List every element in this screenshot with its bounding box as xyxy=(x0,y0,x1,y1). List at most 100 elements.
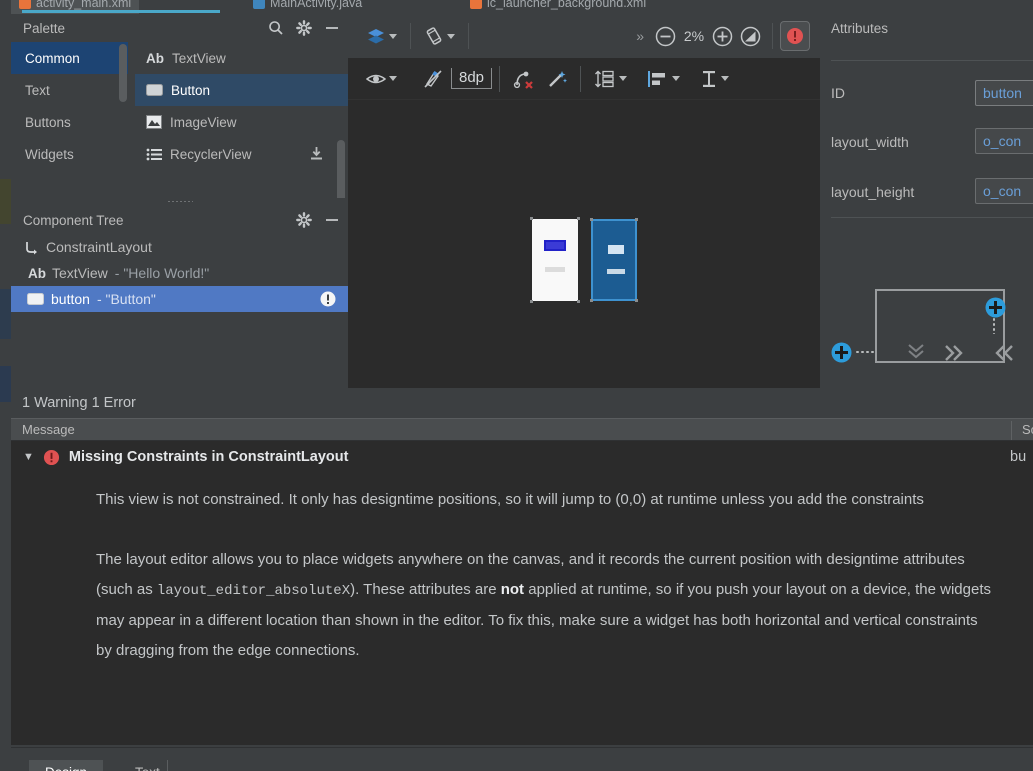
minimize-icon[interactable] xyxy=(324,212,340,228)
palette-category-label: Buttons xyxy=(25,114,71,130)
tab-design[interactable]: Design xyxy=(29,760,104,771)
bottom-tab-strip: Design Text xyxy=(11,747,1033,771)
error-badge-button[interactable] xyxy=(780,21,810,51)
problems-body: ▼ Missing Constraints in ConstraintLayou… xyxy=(11,441,1033,745)
align-button[interactable] xyxy=(641,64,686,94)
editor-tab-ic-launcher-background-xml[interactable]: ic_launcher_background.xml xyxy=(462,0,654,14)
preview-textview-widget[interactable] xyxy=(545,267,565,272)
constraint-widget xyxy=(820,224,1033,388)
rotate-device-icon xyxy=(426,27,442,45)
preview-textview-widget[interactable] xyxy=(607,269,625,274)
chevron-down-icon xyxy=(389,33,397,39)
palette-category-common[interactable]: Common xyxy=(11,42,128,74)
palette-item-scrollbar[interactable] xyxy=(337,140,345,204)
resize-handle[interactable] xyxy=(635,218,638,221)
vertical-bias-chevron-down-icon[interactable] xyxy=(905,342,927,362)
textview-icon: Ab xyxy=(146,50,164,66)
blueprint-preview-device[interactable] xyxy=(590,218,638,302)
baseline-margin-button[interactable] xyxy=(694,64,735,94)
problem-row-missing-constraints[interactable]: ▼ Missing Constraints in ConstraintLayou… xyxy=(11,441,1033,473)
palette-category-widgets[interactable]: Widgets xyxy=(11,138,128,170)
resize-handle[interactable] xyxy=(590,299,593,302)
orientation-button[interactable] xyxy=(418,21,461,51)
chevron-right-icon[interactable] xyxy=(942,342,966,364)
resize-handle[interactable] xyxy=(635,299,638,302)
resize-handle[interactable] xyxy=(590,218,593,221)
baseline-margin-icon xyxy=(703,70,716,87)
column-divider[interactable] xyxy=(1011,421,1012,440)
triangle-down-icon[interactable]: ▼ xyxy=(23,451,34,463)
palette-item-button[interactable]: Button xyxy=(135,74,348,106)
problem-description: This view is not constrained. It only ha… xyxy=(96,485,996,696)
design-surface: » 2% 8dp xyxy=(348,14,820,388)
resize-handle[interactable] xyxy=(577,300,580,303)
palette-item-label: RecyclerView xyxy=(170,146,252,162)
tree-row-name: ConstraintLayout xyxy=(46,239,152,255)
editor-tab-mainactivity-java[interactable]: MainActivity.java xyxy=(245,0,370,14)
column-header-message[interactable]: Message xyxy=(11,422,75,437)
attribute-value-text: o_con xyxy=(983,183,1022,199)
column-header-source[interactable]: Sc xyxy=(1022,422,1033,437)
problem-title: Missing Constraints in ConstraintLayout xyxy=(68,449,349,465)
resize-handle[interactable] xyxy=(530,217,533,220)
design-mode-button[interactable] xyxy=(360,21,403,51)
add-constraint-icon-left[interactable] xyxy=(831,342,852,363)
tree-row-value: - "Hello World!" xyxy=(114,265,210,281)
palette-category-scrollbar[interactable] xyxy=(119,44,127,102)
error-badge-icon xyxy=(787,28,803,44)
gear-icon[interactable] xyxy=(296,20,312,36)
palette-tree-splitter[interactable] xyxy=(11,198,348,205)
android-xml-icon xyxy=(19,0,31,9)
attribute-value-layout-height[interactable]: o_con xyxy=(975,178,1033,204)
attributes-divider xyxy=(831,60,1033,61)
design-canvas[interactable] xyxy=(348,101,820,388)
toolbar-overflow-button[interactable]: » xyxy=(636,28,644,44)
gear-icon[interactable] xyxy=(296,212,312,228)
guidelines-icon xyxy=(595,70,614,87)
palette-header: Palette xyxy=(11,14,348,42)
para2-part-b: ). These attributes are xyxy=(350,581,501,598)
problems-column-header: Message Sc xyxy=(11,418,1033,441)
minimize-icon[interactable] xyxy=(324,20,340,36)
clear-constraints-button[interactable] xyxy=(417,64,449,94)
tree-row-value: - "Button" xyxy=(96,291,156,307)
search-icon[interactable] xyxy=(268,20,284,36)
palette-item-recyclerview[interactable]: RecyclerView xyxy=(135,138,348,204)
attribute-value-id[interactable]: button xyxy=(975,80,1033,106)
palette-body: Common Text Buttons Widgets Ab TextView xyxy=(11,42,348,204)
zoom-in-icon[interactable] xyxy=(712,26,733,47)
warning-icon[interactable] xyxy=(320,291,336,307)
visibility-button[interactable] xyxy=(360,64,403,94)
preview-button-widget[interactable] xyxy=(544,240,566,251)
zoom-to-fit-icon[interactable] xyxy=(740,26,761,47)
tree-row-button[interactable]: button - "Button" xyxy=(11,286,348,312)
attribute-row-id: ID xyxy=(831,82,949,104)
add-constraint-icon-top[interactable] xyxy=(985,297,1006,318)
palette-category-buttons[interactable]: Buttons xyxy=(11,106,128,138)
strip-highlight-b xyxy=(0,289,11,339)
problem-paragraph-2: The layout editor allows you to place wi… xyxy=(96,545,996,666)
palette-category-text[interactable]: Text xyxy=(11,74,128,106)
chevron-left-icon[interactable] xyxy=(992,342,1016,364)
chevron-down-icon xyxy=(721,76,730,81)
problems-panel: 1 Warning 1 Error Message Sc ▼ Missing C… xyxy=(11,388,1033,745)
tree-row-constraintlayout[interactable]: ConstraintLayout xyxy=(11,234,348,260)
palette-item-label: ImageView xyxy=(170,114,237,130)
resize-handle[interactable] xyxy=(577,217,580,220)
zoom-out-icon[interactable] xyxy=(655,26,676,47)
tab-label: Design xyxy=(45,765,87,771)
attribute-value-layout-width[interactable]: o_con xyxy=(975,128,1033,154)
palette-item-textview[interactable]: Ab TextView xyxy=(135,42,348,74)
palette-item-imageview[interactable]: ImageView xyxy=(135,106,348,138)
tree-row-textview[interactable]: Ab TextView - "Hello World!" xyxy=(11,260,348,286)
design-preview-device[interactable] xyxy=(530,217,580,303)
guidelines-button[interactable] xyxy=(588,64,633,94)
default-margin-field[interactable]: 8dp xyxy=(451,68,493,89)
infer-constraints-button[interactable] xyxy=(541,64,573,94)
zoom-level-label: 2% xyxy=(683,28,705,44)
download-icon[interactable] xyxy=(309,146,324,161)
resize-handle[interactable] xyxy=(530,300,533,303)
autoconnect-off-button[interactable] xyxy=(507,64,541,94)
attribute-value-text: button xyxy=(983,85,1022,101)
preview-button-widget[interactable] xyxy=(606,243,626,256)
